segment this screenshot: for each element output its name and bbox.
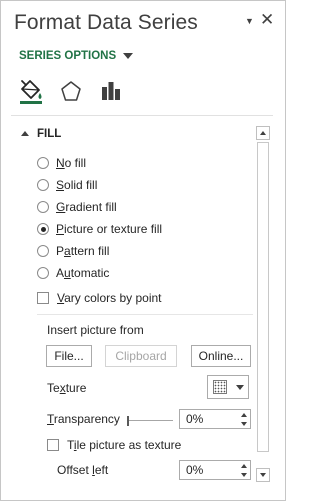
clipboard-button: Clipboard [105, 345, 177, 367]
radio-gradient-fill[interactable]: Gradient fill [37, 200, 117, 214]
checkbox-vary-colors-by-point[interactable]: Vary colors by point [37, 291, 162, 305]
radio-solid-fill[interactable]: Solid fill [37, 178, 97, 192]
scroll-down-arrow-icon [260, 473, 266, 477]
texture-label: Texture [47, 381, 87, 395]
category-tabs [13, 75, 133, 107]
checkbox-label: Vary colors by point [57, 291, 162, 305]
online-button[interactable]: Online... [191, 345, 251, 367]
chevron-down-icon [235, 384, 244, 390]
radio-button-selected[interactable] [37, 223, 49, 235]
pane-title: Format Data Series [14, 11, 198, 34]
fill-section-header[interactable]: FILL [21, 128, 61, 140]
offset-left-spinner[interactable] [179, 460, 251, 480]
chevron-down-icon [123, 53, 134, 59]
spinner-arrows [238, 461, 250, 479]
radio-label: Automatic [56, 266, 110, 280]
checkbox-tile-picture-as-texture[interactable]: Tile picture as texture [47, 438, 181, 452]
radio-label: Gradient fill [56, 200, 117, 214]
radio-button[interactable] [37, 157, 49, 169]
texture-swatch-icon [212, 380, 227, 394]
scroll-down-button[interactable] [256, 468, 270, 482]
slider-thumb[interactable] [127, 416, 129, 426]
section-divider [37, 314, 253, 315]
radio-pattern-fill[interactable]: Pattern fill [37, 244, 109, 258]
series-options-label: SERIES OPTIONS [19, 50, 117, 62]
transparency-label: Transparency [47, 412, 120, 426]
checkbox-label: Tile picture as texture [67, 438, 182, 452]
bar-chart-icon [102, 82, 120, 100]
spinner-arrows [238, 410, 250, 428]
pentagon-icon [61, 81, 81, 101]
scrollbar-thumb[interactable] [257, 142, 269, 452]
close-icon[interactable]: ✕ [260, 10, 274, 30]
transparency-input[interactable] [180, 411, 242, 427]
texture-dropdown[interactable] [207, 375, 249, 399]
scroll-up-arrow-icon [260, 131, 266, 135]
scroll-up-button[interactable] [256, 126, 270, 140]
tab-effects[interactable] [53, 75, 89, 107]
radio-button[interactable] [37, 201, 49, 213]
options-scroll-region: FILL No fill Solid fill Gradient fill Pi… [1, 123, 285, 488]
spin-down-arrow[interactable] [238, 470, 250, 479]
pane-options-dropdown-icon[interactable]: ▼ [245, 16, 254, 26]
checkbox[interactable] [47, 439, 59, 451]
tabs-divider [11, 115, 273, 116]
offset-left-label: Offset left [57, 463, 109, 477]
radio-no-fill[interactable]: No fill [37, 156, 86, 170]
radio-button[interactable] [37, 179, 49, 191]
spin-up-arrow[interactable] [238, 410, 250, 419]
slider-track [127, 420, 173, 421]
series-options-dropdown[interactable]: SERIES OPTIONS [19, 50, 134, 62]
collapse-triangle-icon [21, 131, 29, 136]
tab-fill-line[interactable] [13, 75, 49, 107]
spin-up-arrow[interactable] [238, 461, 250, 470]
transparency-slider[interactable] [127, 416, 173, 426]
radio-button[interactable] [37, 267, 49, 279]
transparency-spinner[interactable] [179, 409, 251, 429]
vertical-scrollbar[interactable] [256, 126, 270, 482]
insert-picture-from-label: Insert picture from [47, 323, 144, 337]
radio-automatic[interactable]: Automatic [37, 266, 109, 280]
spin-down-arrow[interactable] [238, 419, 250, 428]
format-data-series-pane: Format Data Series ▼ ✕ SERIES OPTIONS FI… [0, 0, 286, 501]
radio-label: Solid fill [56, 178, 98, 192]
radio-label: Pattern fill [56, 244, 110, 258]
offset-left-input[interactable] [180, 462, 242, 478]
fill-header-label: FILL [37, 128, 62, 140]
tab-series-options[interactable] [93, 75, 129, 107]
checkbox[interactable] [37, 292, 49, 304]
radio-button[interactable] [37, 245, 49, 257]
file-button[interactable]: File... [46, 345, 92, 367]
paint-bucket-icon [20, 80, 42, 104]
radio-label: Picture or texture fill [56, 222, 163, 236]
radio-picture-or-texture-fill[interactable]: Picture or texture fill [37, 222, 162, 236]
radio-label: No fill [56, 156, 87, 170]
